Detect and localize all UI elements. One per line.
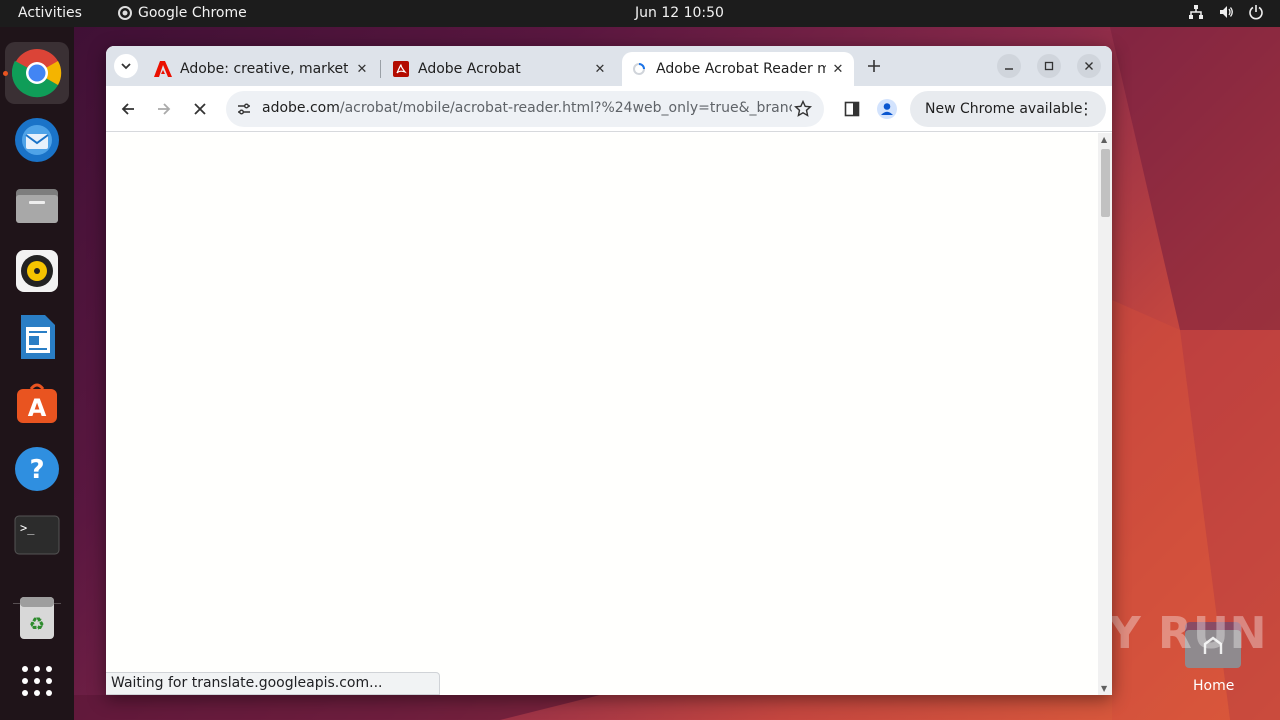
show-apps-button[interactable]: [5, 650, 69, 712]
tab-title: Adobe Acrobat Reader m: [656, 61, 826, 77]
tab-search-button[interactable]: [114, 54, 138, 78]
new-tab-button[interactable]: [862, 54, 886, 78]
trash-icon: ♻: [20, 597, 54, 639]
toolbar: adobe.com/acrobat/mobile/acrobat-reader.…: [106, 86, 1112, 132]
minimize-button[interactable]: [997, 54, 1021, 78]
loading-spinner-icon: [630, 60, 648, 78]
chrome-icon: [12, 49, 62, 98]
page-content[interactable]: [106, 133, 1098, 695]
forward-button[interactable]: [152, 97, 176, 121]
files-icon: [16, 189, 58, 223]
chevron-down-icon: [121, 63, 131, 70]
volume-icon: [1220, 6, 1233, 18]
terminal-icon: >_: [14, 515, 60, 555]
url-text[interactable]: adobe.com/acrobat/mobile/acrobat-reader.…: [262, 100, 792, 116]
app-name-label: Google Chrome: [138, 5, 247, 21]
arrow-right-icon: [158, 103, 171, 115]
profile-button[interactable]: [875, 97, 899, 121]
profile-avatar-icon: [877, 99, 897, 119]
address-bar[interactable]: adobe.com/acrobat/mobile/acrobat-reader.…: [226, 91, 824, 127]
dock-writer[interactable]: [5, 306, 69, 368]
thunderbird-icon: [15, 118, 59, 162]
maximize-icon: [1044, 61, 1054, 71]
chrome-window: Adobe: creative, marketi ✕ Adobe Acrobat…: [106, 46, 1112, 695]
dock-help[interactable]: ?: [5, 438, 69, 500]
back-button[interactable]: [116, 97, 140, 121]
home-folder-label[interactable]: Home: [1193, 678, 1234, 694]
bookmark-star-icon[interactable]: [794, 100, 812, 118]
stop-loading-button[interactable]: [188, 97, 212, 121]
dock: A ? >_ ♻: [0, 27, 74, 720]
dock-chrome[interactable]: [5, 42, 69, 104]
dock-files[interactable]: [5, 174, 69, 236]
vertical-scrollbar[interactable]: ▲ ▼: [1098, 133, 1112, 695]
dock-software[interactable]: A: [5, 372, 69, 434]
system-tray[interactable]: [1188, 4, 1264, 20]
url-host: adobe.com: [262, 100, 340, 116]
rhythmbox-icon: [16, 250, 58, 292]
svg-text:♻: ♻: [29, 614, 45, 635]
close-tab-icon[interactable]: ✕: [354, 61, 370, 77]
activities-button[interactable]: Activities: [18, 5, 82, 21]
clock[interactable]: Jun 12 10:50: [635, 5, 724, 21]
software-store-icon: A: [17, 383, 57, 423]
dock-rhythmbox[interactable]: [5, 240, 69, 302]
plus-icon: [868, 60, 880, 72]
side-panel-icon: [844, 101, 860, 117]
scroll-up-arrow-icon[interactable]: ▲: [1101, 135, 1107, 144]
new-chrome-available-button[interactable]: New Chrome available ⋮: [910, 91, 1106, 127]
help-icon: ?: [15, 447, 59, 491]
adobe-logo-icon: [154, 60, 172, 78]
network-icon: [1189, 5, 1203, 19]
close-tab-icon[interactable]: ✕: [830, 61, 846, 77]
maximize-button[interactable]: [1037, 54, 1061, 78]
app-menu[interactable]: Google Chrome: [118, 5, 247, 21]
chrome-small-icon: [118, 6, 132, 20]
tab-title: Adobe Acrobat: [418, 61, 521, 77]
tab-strip: Adobe: creative, marketi ✕ Adobe Acrobat…: [106, 46, 1112, 86]
dock-thunderbird[interactable]: [5, 108, 69, 170]
dock-trash[interactable]: ♻: [5, 587, 69, 649]
site-settings-icon[interactable]: [236, 101, 252, 117]
tab-title: Adobe: creative, marketi: [180, 61, 348, 77]
close-icon: [194, 103, 206, 115]
side-panel-button[interactable]: [840, 97, 864, 121]
close-icon: [1085, 62, 1093, 70]
tab-adobe-home[interactable]: Adobe: creative, marketi ✕: [146, 52, 378, 86]
top-bar: Activities Google Chrome Jun 12 10:50: [0, 0, 1280, 27]
close-window-button[interactable]: [1077, 54, 1101, 78]
writer-icon: [21, 315, 55, 359]
close-tab-icon[interactable]: ✕: [592, 61, 608, 77]
tab-acrobat-reader[interactable]: Adobe Acrobat Reader m ✕: [622, 52, 854, 86]
dock-terminal[interactable]: >_: [5, 504, 69, 566]
scroll-down-arrow-icon[interactable]: ▼: [1101, 684, 1107, 693]
svg-text:?: ?: [29, 455, 44, 485]
running-indicator: [3, 71, 8, 76]
arrow-left-icon: [121, 103, 134, 115]
svg-text:A: A: [28, 394, 47, 422]
acrobat-icon: [392, 60, 410, 78]
kebab-menu-icon[interactable]: ⋮: [1078, 99, 1094, 118]
tab-divider: [380, 60, 381, 78]
app-grid-icon: [22, 666, 52, 696]
tab-adobe-acrobat[interactable]: Adobe Acrobat ✕: [384, 52, 616, 86]
status-bubble: Waiting for translate.googleapis.com...: [106, 672, 440, 695]
power-icon: [1249, 5, 1263, 20]
update-label: New Chrome available: [925, 101, 1083, 117]
url-path: /acrobat/mobile/acrobat-reader.html?%24w…: [339, 100, 792, 116]
svg-text:>_: >_: [20, 521, 35, 535]
minimize-icon: [1005, 68, 1013, 70]
scroll-thumb[interactable]: [1101, 149, 1110, 217]
